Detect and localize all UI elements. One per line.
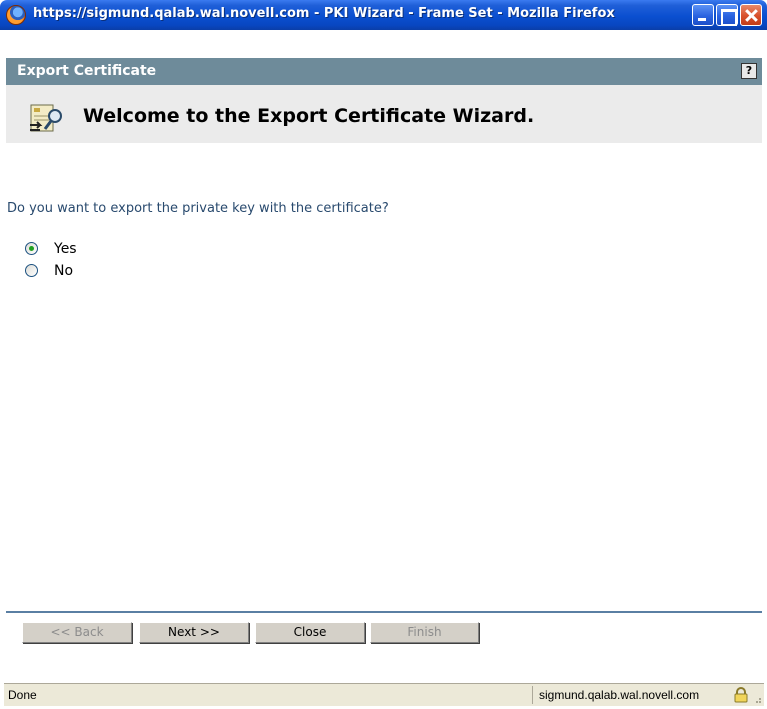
radio-yes-label[interactable]: Yes xyxy=(54,241,77,257)
close-button[interactable]: Close xyxy=(255,622,365,643)
export-key-question: Do you want to export the private key wi… xyxy=(7,201,389,216)
welcome-heading: Welcome to the Export Certificate Wizard… xyxy=(83,105,535,127)
help-icon[interactable]: ? xyxy=(741,63,757,79)
finish-button[interactable]: Finish xyxy=(370,622,479,643)
status-separator xyxy=(532,686,533,704)
footer-divider xyxy=(6,611,762,613)
back-button[interactable]: << Back xyxy=(22,622,132,643)
next-button[interactable]: Next >> xyxy=(139,622,249,643)
lock-icon[interactable] xyxy=(734,687,748,703)
window-titlebar[interactable]: https://sigmund.qalab.wal.novell.com - P… xyxy=(0,0,767,30)
radio-no-label[interactable]: No xyxy=(54,263,73,279)
minimize-button[interactable] xyxy=(692,4,714,26)
status-text: Done xyxy=(8,688,37,702)
wizard-header-title: Export Certificate xyxy=(17,63,157,79)
resize-grip-icon[interactable] xyxy=(754,694,762,704)
welcome-banner: Welcome to the Export Certificate Wizard… xyxy=(6,85,762,143)
status-host: sigmund.qalab.wal.novell.com xyxy=(539,688,700,702)
window-title: https://sigmund.qalab.wal.novell.com - P… xyxy=(33,6,615,21)
certificate-wizard-icon xyxy=(30,104,62,132)
firefox-icon xyxy=(6,5,26,25)
status-bar: Done sigmund.qalab.wal.novell.com xyxy=(4,683,764,706)
close-window-button[interactable] xyxy=(740,4,762,26)
wizard-header-bar: Export Certificate ? xyxy=(6,58,762,85)
radio-no[interactable] xyxy=(25,264,38,277)
maximize-button[interactable] xyxy=(716,4,738,26)
radio-yes[interactable] xyxy=(25,242,38,255)
